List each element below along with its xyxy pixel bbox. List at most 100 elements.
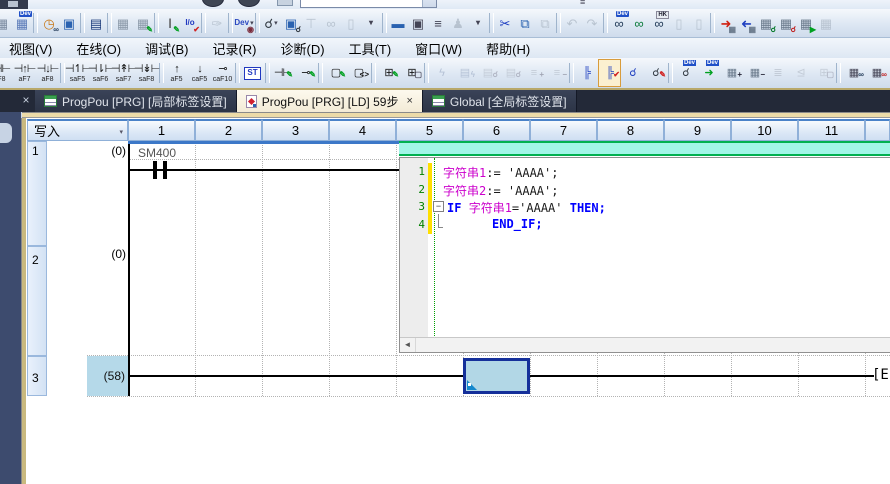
tab-progpou-labels[interactable]: ProgPou [PRG] [局部标签设置] bbox=[35, 90, 237, 112]
device-batch-replace-icon[interactable]: ➜Dev bbox=[697, 59, 720, 87]
contact-falling-pulse-icon[interactable]: ⊣↓⊢aF8 bbox=[36, 59, 59, 87]
find-device-dev-icon[interactable]: ∞Dev bbox=[609, 11, 629, 35]
tab-close-icon[interactable]: × bbox=[406, 95, 412, 107]
display-ladder-tree-icon[interactable]: ╠ bbox=[575, 59, 598, 87]
statement-edit-icon[interactable]: ⊞✎ bbox=[377, 59, 400, 87]
read-from-plc-icon[interactable]: ➜▦ bbox=[736, 11, 756, 35]
watch-window-icon[interactable]: ▤ bbox=[86, 11, 106, 35]
find-contact-coil-icon[interactable]: ∞HK bbox=[649, 11, 669, 35]
menu-help[interactable]: 帮助(H) bbox=[481, 38, 535, 59]
no-conversion-icon[interactable]: ⊸caF10 bbox=[211, 59, 234, 87]
find-window-icon[interactable]: ▣☌ bbox=[281, 11, 301, 35]
find-module-error-icon[interactable]: ▦∞ bbox=[865, 59, 888, 87]
branch-rising-icon[interactable]: ⊣↟⊢saF7 bbox=[112, 59, 135, 87]
close-pane-icon[interactable]: × bbox=[19, 93, 33, 108]
contact-symbol[interactable] bbox=[163, 161, 167, 179]
rung-number: 3 bbox=[32, 371, 39, 385]
rung-line-1 bbox=[128, 169, 400, 171]
inline-st-box-icon[interactable]: ST bbox=[241, 59, 264, 87]
clipped-toolbar-row: ▾ ≡ bbox=[0, 0, 890, 9]
comment-edit-icon[interactable]: ▢✎ bbox=[324, 59, 347, 87]
toolbar-overflow-icon[interactable]: ▾ bbox=[361, 11, 381, 35]
menu-record[interactable]: 记录(R) bbox=[207, 38, 261, 59]
delete-vertical-line-icon[interactable]: ↓caF5 bbox=[188, 59, 211, 87]
tab-progpou-ladder[interactable]: ProgPou [PRG] [LD] 59步× bbox=[237, 90, 423, 112]
toolbar-mini-icon[interactable] bbox=[277, 0, 293, 6]
fold-collapse-icon[interactable]: − bbox=[433, 201, 444, 212]
branch-close-pulse-icon[interactable]: ⊣⇂⊢saF6 bbox=[89, 59, 112, 87]
st-line-number-gutter: 1234 bbox=[400, 158, 428, 338]
copy-icon[interactable]: ⧉ bbox=[515, 11, 535, 35]
remote-operation-icon[interactable]: ▦☌ bbox=[776, 11, 796, 35]
toolbar-overflow-grip-icon[interactable]: ≡ bbox=[580, 0, 585, 7]
dropdown-icon[interactable]: ▾ bbox=[274, 19, 278, 27]
cross-reference-watch-icon[interactable]: ◷∞ bbox=[39, 11, 59, 35]
contact-open-icon[interactable]: ⊣⊢F8 bbox=[0, 59, 13, 87]
toolbar-knob-icon[interactable] bbox=[202, 0, 224, 7]
intelligent-function-module-icon[interactable]: ▦Dev bbox=[12, 11, 32, 35]
branch-open-pulse-icon[interactable]: ⊣↿⊢saF5 bbox=[66, 59, 89, 87]
monitor-status-icon[interactable]: ▣ bbox=[59, 11, 79, 35]
menu-diagnostics[interactable]: 诊断(D) bbox=[276, 38, 330, 59]
rung-number-cell-2[interactable]: 2 bbox=[27, 246, 47, 356]
menu-tools[interactable]: 工具(T) bbox=[344, 38, 397, 59]
label-edit-icon[interactable]: Ⅰ✎ bbox=[160, 11, 180, 35]
delete-module-icon[interactable]: ▦− bbox=[743, 59, 766, 87]
contact-symbol[interactable] bbox=[153, 161, 157, 179]
cut-icon[interactable]: ✂ bbox=[495, 11, 515, 35]
toolbar-separator bbox=[201, 13, 206, 33]
toolbar-overflow-icon-2[interactable]: ▾ bbox=[468, 11, 488, 35]
edit-coil-icon[interactable]: ⊸✎ bbox=[294, 59, 317, 87]
selected-ladder-cell[interactable] bbox=[463, 358, 530, 394]
device-display-format-icon[interactable]: Dev◉▾ bbox=[234, 11, 254, 35]
device-jump-icon[interactable]: ☌▾ bbox=[261, 11, 281, 35]
combobox-dropdown-icon[interactable]: ▾ bbox=[422, 0, 436, 7]
comment-code-icon[interactable]: ▢<> bbox=[347, 59, 370, 87]
mode-dropdown-icon[interactable]: ▾ bbox=[119, 128, 123, 136]
rung-number-cell-3[interactable]: 3 bbox=[27, 356, 47, 396]
step-number-3-highlighted[interactable]: (58) bbox=[87, 356, 128, 396]
menu-window[interactable]: 窗口(W) bbox=[410, 38, 467, 59]
display-statement-tree-icon[interactable]: ╠✔ bbox=[598, 59, 621, 87]
zoom-edit-icon[interactable]: ☌✎ bbox=[644, 59, 667, 87]
branch-falling-icon[interactable]: ⊣↡⊢saF8 bbox=[135, 59, 158, 87]
toolbar-knob-icon-2[interactable] bbox=[238, 0, 260, 7]
vertical-line-icon[interactable]: ↑aF5 bbox=[165, 59, 188, 87]
io-assignment-check-icon[interactable]: I/o✔ bbox=[180, 11, 200, 35]
contact-rising-pulse-icon[interactable]: ⊣↑⊢aF7 bbox=[13, 59, 36, 87]
device-memory-edit-icon[interactable]: ▦✎ bbox=[133, 11, 153, 35]
monitor-start-icon[interactable]: ▦▶ bbox=[796, 11, 816, 35]
find-module-icon[interactable]: ▦∞ bbox=[842, 59, 865, 87]
ladder-mode-cell[interactable]: 写入 ▾ bbox=[27, 119, 128, 141]
inline-st-anchor-row[interactable] bbox=[399, 141, 890, 156]
scroll-left-icon[interactable]: ◄ bbox=[400, 338, 416, 352]
toolbar-separator bbox=[382, 13, 387, 33]
panel-grip[interactable] bbox=[0, 123, 12, 143]
find-instruction-icon[interactable]: ∞ bbox=[629, 11, 649, 35]
tab-global-labels[interactable]: Global [全局标签设置] bbox=[423, 90, 577, 112]
dialog-display-icon[interactable]: ▣ bbox=[408, 11, 428, 35]
toolbar-combobox[interactable]: ▾ bbox=[300, 0, 437, 8]
module-config-icon[interactable]: ▦ bbox=[0, 11, 12, 35]
menu-debug[interactable]: 调试(B) bbox=[140, 38, 193, 59]
zoom-icon[interactable]: ☌ bbox=[621, 59, 644, 87]
note-edit-icon[interactable]: ⊞▢ bbox=[400, 59, 423, 87]
write-to-plc-icon[interactable]: ➜▦ bbox=[716, 11, 736, 35]
device-find-dev-icon[interactable]: ☌Dev bbox=[674, 59, 697, 87]
inline-st-editor[interactable]: 1234 字符串1:= 'AAAA';字符串2:= 'AAAA';−IF 字符串… bbox=[399, 157, 890, 353]
st-horizontal-scrollbar[interactable]: ◄ bbox=[400, 337, 890, 352]
device-memory-icon[interactable]: ▦ bbox=[113, 11, 133, 35]
menu-online[interactable]: 在线(O) bbox=[71, 38, 126, 59]
column-header-9: 9 bbox=[664, 119, 731, 141]
list-display-icon[interactable]: ≡ bbox=[428, 11, 448, 35]
rung-number-cell-1[interactable]: 1 bbox=[27, 141, 47, 246]
menu-view[interactable]: 视图(V) bbox=[4, 38, 57, 59]
window-icon bbox=[8, 1, 18, 7]
window-display-icon[interactable]: ▬ bbox=[388, 11, 408, 35]
insert-module-icon[interactable]: ▦+ bbox=[720, 59, 743, 87]
edit-contact-icon[interactable]: ⊣⊢✎ bbox=[271, 59, 294, 87]
grid-line bbox=[87, 355, 890, 356]
column-header-7: 7 bbox=[530, 119, 597, 141]
docked-panel-strip[interactable] bbox=[0, 112, 21, 484]
verify-with-plc-icon[interactable]: ▦☌ bbox=[756, 11, 776, 35]
